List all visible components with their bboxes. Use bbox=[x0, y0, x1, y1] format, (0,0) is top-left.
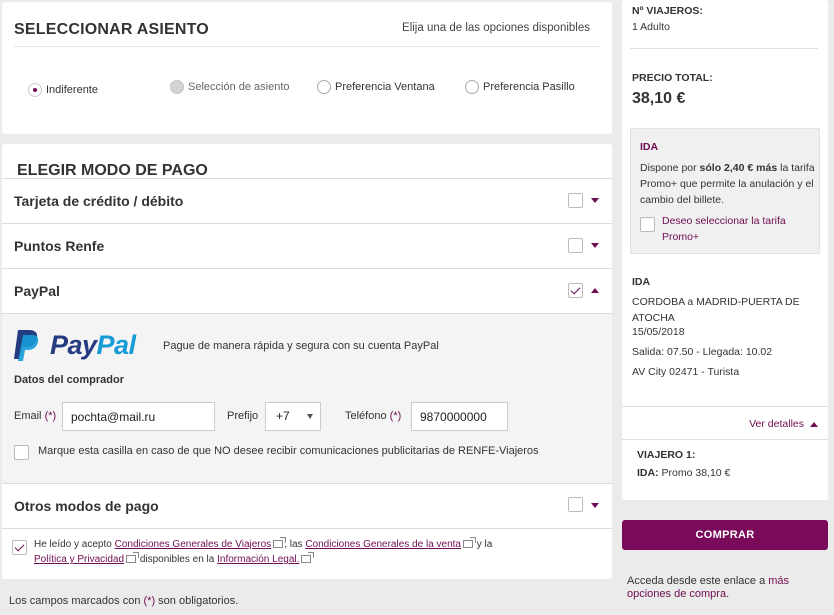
chevron-down-icon[interactable] bbox=[591, 198, 599, 203]
promo-link[interactable]: Deseo seleccionar la tarifa Promo+ bbox=[662, 213, 812, 245]
phone-field[interactable] bbox=[411, 402, 508, 431]
terms-checkbox[interactable] bbox=[12, 540, 27, 555]
no-publicity-checkbox[interactable] bbox=[14, 445, 29, 460]
total-label: PRECIO TOTAL: bbox=[632, 72, 713, 84]
divider bbox=[2, 178, 612, 179]
payment-card: ELEGIR MODO DE PAGO Tarjeta de crédito /… bbox=[2, 144, 612, 579]
chevron-down-icon bbox=[307, 414, 313, 419]
link-conditions-travelers[interactable]: Condiciones Generales de Viajeros bbox=[115, 539, 272, 550]
seat-subtitle: Elija una de las opciones disponibles bbox=[402, 22, 590, 34]
trip-route: CORDOBA a MADRID-PUERTA DE ATOCHA bbox=[632, 296, 800, 324]
terms-text: He leído y acepto Condiciones Generales … bbox=[34, 537, 493, 565]
promo-checkbox[interactable] bbox=[640, 217, 655, 232]
trip-times: Salida: 07.50 - Llegada: 10.02 bbox=[632, 346, 773, 358]
external-link-icon bbox=[126, 552, 140, 563]
divider bbox=[14, 46, 600, 47]
total-price: 38,10 € bbox=[632, 90, 686, 107]
divider bbox=[622, 439, 828, 440]
seat-option-label: Selección de asiento bbox=[188, 81, 290, 93]
paypal-wordmark: PayPal bbox=[50, 329, 136, 360]
seat-option-ventana[interactable]: Preferencia Ventana bbox=[317, 80, 435, 94]
travelers-value: 1 Adulto bbox=[632, 21, 670, 33]
method-other-label[interactable]: Otros modos de pago bbox=[14, 498, 159, 514]
trip-train: AV City 02471 - Turista bbox=[632, 366, 740, 378]
chevron-up-icon[interactable] bbox=[591, 288, 599, 293]
phone-label: Teléfono (*) bbox=[345, 410, 402, 422]
travelers-label: Nº VIAJEROS: bbox=[632, 5, 703, 17]
seat-title: SELECCIONAR ASIENTO bbox=[14, 21, 209, 38]
promo-text: Dispone por sólo 2,40 € más la tarifa Pr… bbox=[640, 162, 815, 206]
method-card-checkbox[interactable] bbox=[568, 193, 583, 208]
chevron-down-icon[interactable] bbox=[591, 503, 599, 508]
radio-unselected[interactable] bbox=[317, 80, 331, 94]
email-field[interactable] bbox=[62, 402, 215, 431]
seat-option-label: Preferencia Pasillo bbox=[483, 81, 575, 93]
external-link-icon bbox=[273, 537, 287, 548]
required-fields-note: Los campos marcados con (*) son obligato… bbox=[9, 595, 239, 607]
buyer-title: Datos del comprador bbox=[14, 374, 125, 386]
promo-box: IDA Dispone por sólo 2,40 € más la tarif… bbox=[630, 128, 820, 254]
summary-card: Nº VIAJEROS: 1 Adulto PRECIO TOTAL: 38,1… bbox=[622, 0, 828, 500]
paypal-description: Pague de manera rápida y segura con su c… bbox=[163, 340, 439, 352]
chevron-up-icon bbox=[810, 421, 818, 427]
divider bbox=[2, 223, 612, 224]
promo-title: IDA bbox=[640, 141, 659, 153]
no-publicity-label: Marque esta casilla en caso de que NO de… bbox=[38, 445, 539, 457]
radio-selected[interactable] bbox=[28, 83, 42, 97]
seat-option-indiferente[interactable]: Indiferente bbox=[28, 83, 98, 97]
divider bbox=[2, 528, 612, 529]
link-conditions-sale[interactable]: Condiciones Generales de la venta bbox=[305, 539, 461, 550]
seat-option-label: Indiferente bbox=[46, 84, 98, 96]
method-points-checkbox[interactable] bbox=[568, 238, 583, 253]
chevron-down-icon[interactable] bbox=[591, 243, 599, 248]
method-paypal-checkbox[interactable] bbox=[568, 283, 583, 298]
buy-button[interactable]: COMPRAR bbox=[622, 520, 828, 550]
email-label: Email (*) bbox=[14, 410, 57, 422]
link-legal-info[interactable]: Información Legal. bbox=[217, 554, 299, 565]
method-card-label[interactable]: Tarjeta de crédito / débito bbox=[14, 193, 183, 209]
traveler-title: VIAJERO 1: bbox=[637, 449, 696, 461]
method-points-label[interactable]: Puntos Renfe bbox=[14, 238, 104, 254]
divider bbox=[630, 48, 818, 49]
link-privacy[interactable]: Política y Privacidad bbox=[34, 554, 124, 565]
external-link-icon bbox=[301, 552, 315, 563]
radio-disabled bbox=[170, 80, 184, 94]
prefix-label: Prefijo bbox=[227, 410, 259, 422]
seat-option-label: Preferencia Ventana bbox=[335, 81, 435, 93]
seat-option-seleccion: Selección de asiento bbox=[170, 80, 290, 94]
paypal-icon bbox=[14, 330, 39, 361]
divider bbox=[622, 406, 828, 407]
divider bbox=[2, 483, 612, 484]
seat-option-pasillo[interactable]: Preferencia Pasillo bbox=[465, 80, 575, 94]
divider bbox=[2, 268, 612, 269]
method-other-checkbox[interactable] bbox=[568, 497, 583, 512]
trip-date: 15/05/2018 bbox=[632, 326, 685, 338]
external-link-icon bbox=[462, 537, 476, 548]
prefix-select[interactable]: +7 bbox=[265, 402, 321, 431]
details-link[interactable]: Ver detalles bbox=[749, 418, 818, 430]
traveler-ida: IDA: Promo 38,10 € bbox=[637, 467, 731, 479]
radio-unselected[interactable] bbox=[465, 80, 479, 94]
seat-selection-card: SELECCIONAR ASIENTO Elija una de las opc… bbox=[2, 2, 612, 134]
method-paypal-label[interactable]: PayPal bbox=[14, 283, 60, 299]
paypal-logo: PayPal bbox=[12, 328, 136, 362]
trip-label: IDA bbox=[632, 276, 651, 288]
paypal-panel: PayPal Pague de manera rápida y segura c… bbox=[2, 314, 612, 484]
more-options-text: Acceda desde este enlace a más opciones … bbox=[627, 575, 790, 600]
